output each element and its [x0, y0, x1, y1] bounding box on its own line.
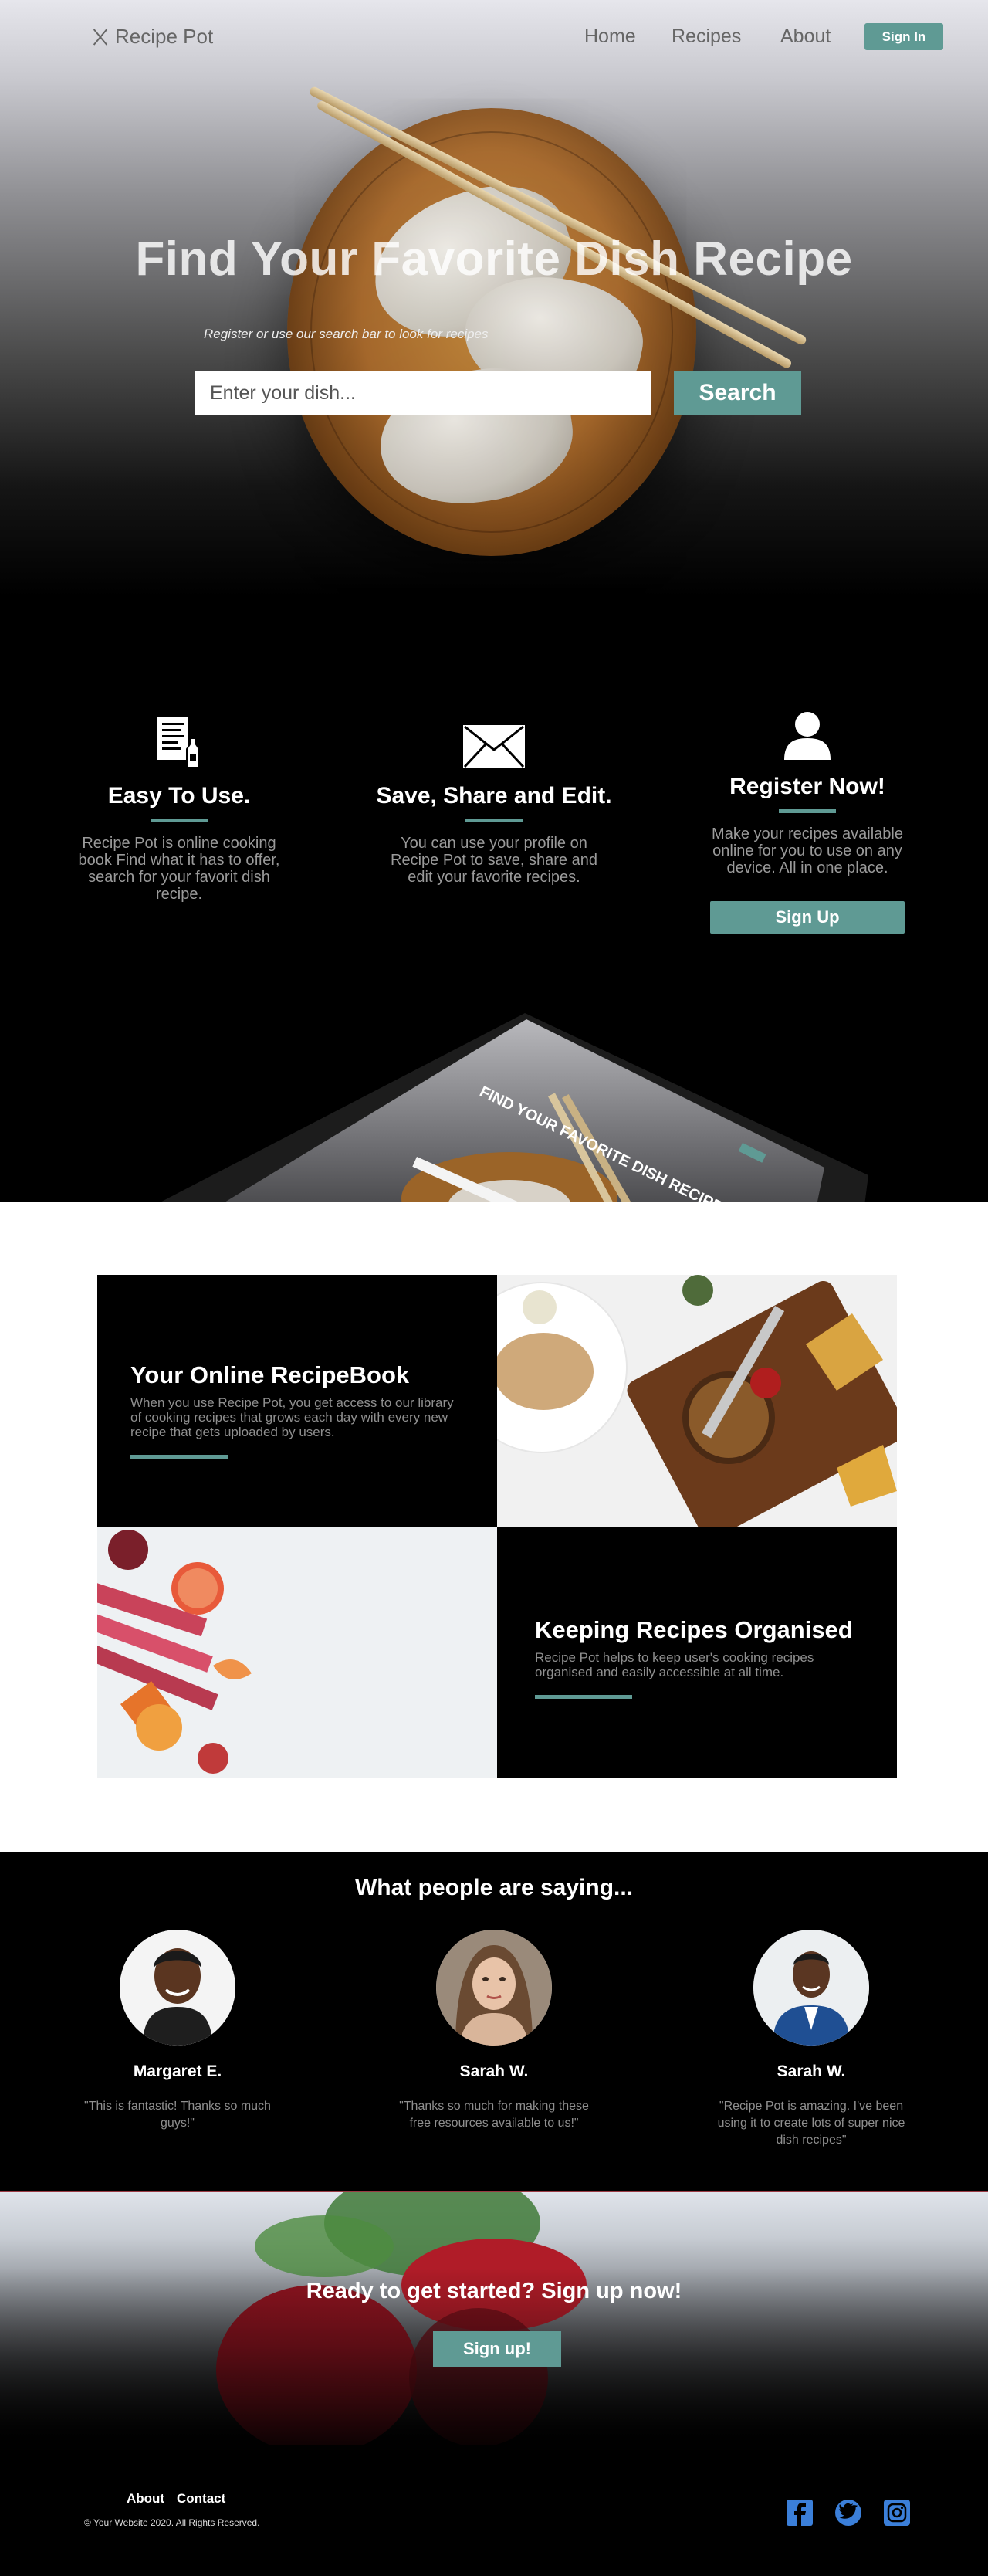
footer-link-about[interactable]: About: [127, 2491, 164, 2507]
sign-in-button[interactable]: Sign In: [864, 23, 943, 50]
avatar: [753, 1930, 869, 2046]
burger-board-image: [497, 1275, 897, 1527]
cta-sign-up-button[interactable]: Sign up!: [433, 2331, 561, 2367]
testimonials-section: What people are saying... Margaret E. "T…: [0, 1852, 988, 2191]
hero-title: Find Your Favorite Dish Recipe: [135, 232, 853, 286]
nav-link-recipes[interactable]: Recipes: [672, 25, 741, 48]
avatar: [436, 1930, 552, 2046]
feature-text: Make your recipes available online for y…: [712, 825, 903, 876]
feature-register: Register Now! Make your recipes availabl…: [668, 709, 946, 934]
brand-logo[interactable]: Recipe Pot: [90, 25, 213, 49]
feature-save-share-edit: Save, Share and Edit. You can use your p…: [355, 710, 633, 886]
nav-link-about[interactable]: About: [780, 25, 831, 48]
brand-name: Recipe Pot: [115, 25, 214, 48]
testimonial-card: Margaret E. "This is fantastic! Thanks s…: [62, 1930, 293, 2132]
testimonials-title: What people are saying...: [354, 1875, 634, 1900]
showcase-recipebook: Your Online RecipeBook When you use Reci…: [97, 1275, 497, 1527]
avatar: [120, 1930, 235, 2046]
fruit-flatlay-image: [97, 1527, 497, 1778]
hero-subtitle: Register or use our search bar to look f…: [204, 327, 489, 341]
user-icon: [668, 709, 946, 760]
feature-title: Register Now!: [729, 774, 885, 799]
testimonial-quote: "Thanks so much for making these free re…: [399, 2100, 589, 2130]
tablet-mockup-image: FIND YOUR FAVORITE DISH RECIPE: [160, 1013, 868, 1202]
footer: About Contact © Your Website 2020. All R…: [0, 2445, 988, 2576]
testimonial-quote: "Recipe Pot is amazing. I've been using …: [717, 2100, 905, 2147]
testimonial-name: Sarah W.: [459, 2062, 529, 2080]
twitter-icon[interactable]: [835, 2500, 861, 2526]
testimonial-name: Sarah W.: [777, 2062, 846, 2080]
accent-bar: [130, 1455, 228, 1459]
showcase-text: When you use Recipe Pot, you get access …: [130, 1395, 454, 1439]
features-section: Easy To Use. Recipe Pot is online cookin…: [0, 649, 988, 1202]
feature-easy-to-use: Easy To Use. Recipe Pot is online cookin…: [40, 710, 318, 903]
accent-bar: [779, 809, 836, 813]
feature-title: Save, Share and Edit.: [376, 783, 612, 808]
showcase-title: Your Online RecipeBook: [130, 1361, 410, 1388]
recipe-book-icon: [40, 710, 318, 769]
showcase-section: Your Online RecipeBook When you use Reci…: [0, 1202, 988, 1852]
showcase-title: Keeping Recipes Organised: [535, 1616, 853, 1643]
accent-bar: [535, 1695, 632, 1699]
search-button[interactable]: Search: [674, 371, 801, 415]
testimonial-card: Sarah W. "Recipe Pot is amazing. I've be…: [695, 1930, 927, 2149]
copyright-text: © Your Website 2020. All Rights Reserved…: [84, 2517, 260, 2528]
top-nav: Recipe Pot Home Recipes About Sign In: [0, 0, 988, 74]
feature-title: Easy To Use.: [107, 783, 251, 808]
feature-text: Recipe Pot is online cooking book Find w…: [78, 835, 280, 903]
hero-section: Recipe Pot Home Recipes About Sign In Fi…: [0, 0, 988, 649]
search-input[interactable]: [195, 371, 651, 415]
envelope-icon: [355, 710, 633, 769]
testimonial-name: Margaret E.: [133, 2062, 222, 2080]
cta-section: Ready to get started? Sign up now! Sign …: [0, 2191, 988, 2445]
accent-bar: [465, 819, 523, 822]
showcase-text: Recipe Pot helps to keep user's cooking …: [535, 1650, 814, 1679]
testimonial-quote: "This is fantastic! Thanks so much guys!…: [84, 2100, 271, 2130]
accent-bar: [151, 819, 208, 822]
showcase-organised: Keeping Recipes Organised Recipe Pot hel…: [497, 1527, 897, 1778]
nav-link-home[interactable]: Home: [584, 25, 636, 48]
cta-title: Ready to get started? Sign up now!: [306, 2279, 682, 2303]
feature-text: You can use your profile on Recipe Pot t…: [391, 835, 597, 886]
sign-up-button[interactable]: Sign Up: [710, 901, 905, 934]
facebook-icon[interactable]: [787, 2500, 813, 2526]
instagram-icon[interactable]: [884, 2500, 910, 2526]
footer-link-contact[interactable]: Contact: [177, 2491, 225, 2507]
testimonial-card: Sarah W. "Thanks so much for making thes…: [378, 1930, 610, 2132]
chopsticks-icon: [90, 27, 110, 47]
